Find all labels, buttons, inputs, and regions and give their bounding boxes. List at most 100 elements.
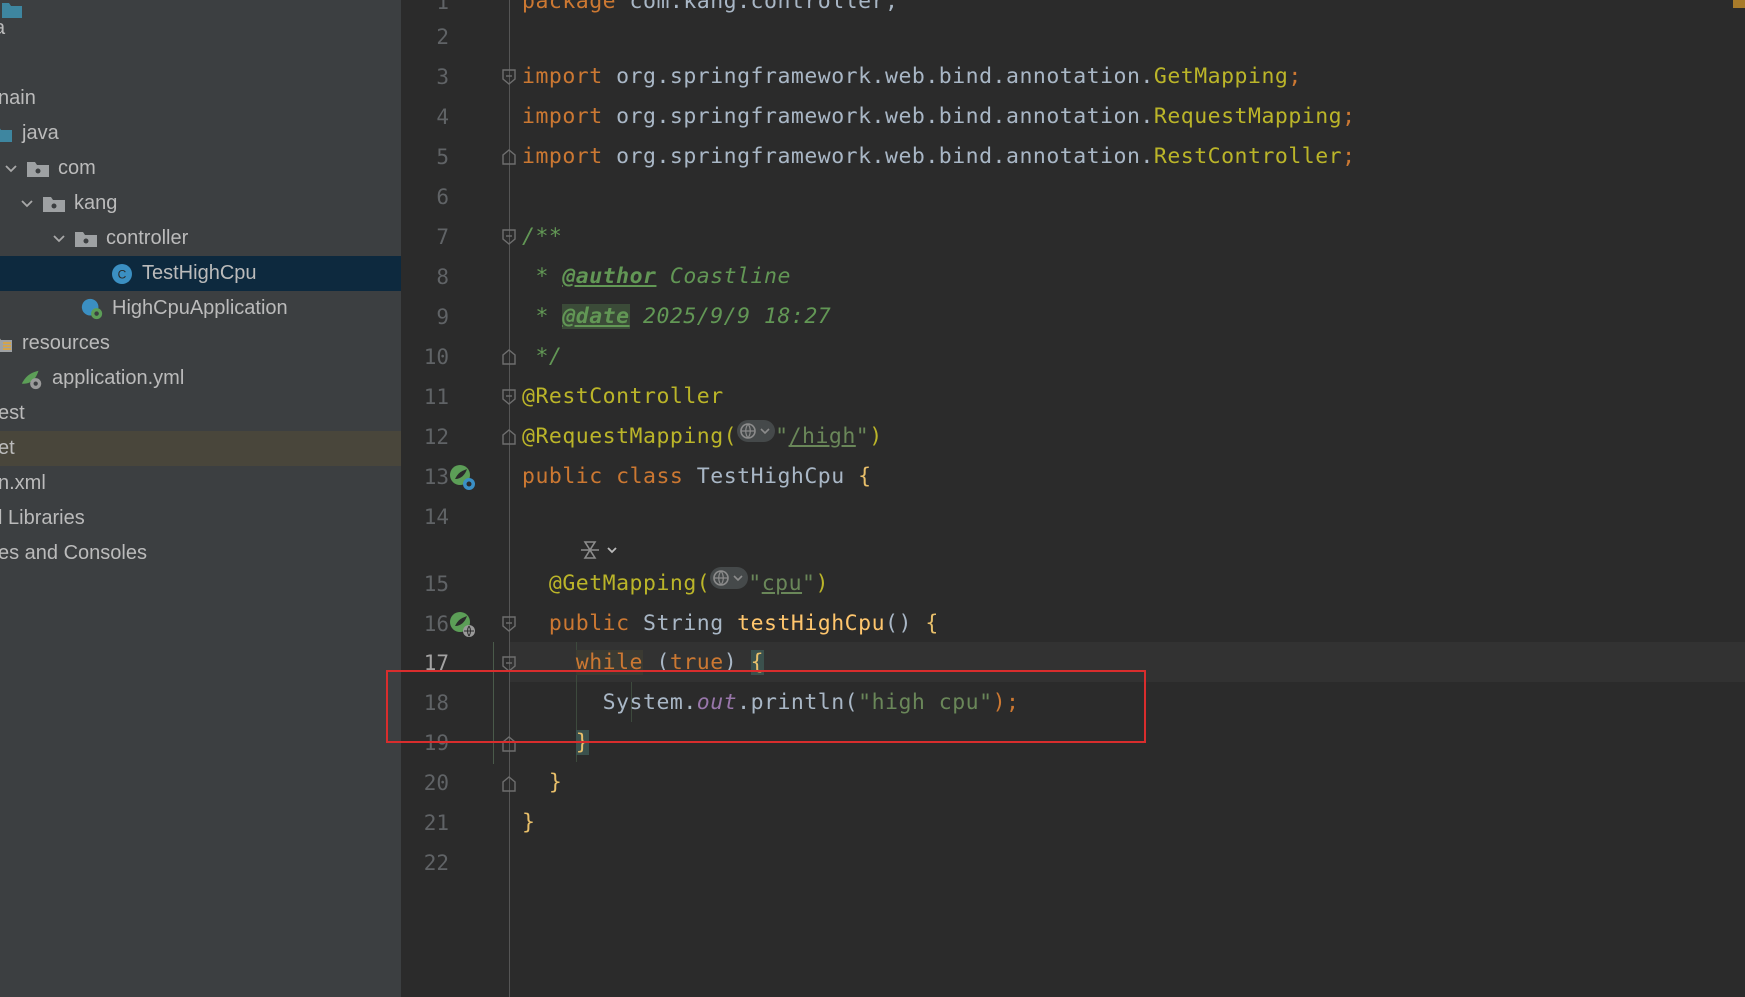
import-class: RequestMapping (1153, 104, 1343, 129)
tree-item-label: controller (106, 227, 189, 249)
code-line-3[interactable]: import org.springframework.web.bind.anno… (522, 57, 1302, 97)
doc-comment: Coastline (656, 264, 791, 289)
code-line-5[interactable]: import org.springframework.web.bind.anno… (522, 137, 1356, 177)
doc-comment: 2025/9/9 18:27 (629, 304, 832, 329)
fold-marker-icon[interactable] (500, 68, 518, 86)
line-number: 11 (423, 385, 449, 409)
line-number: 3 (436, 65, 449, 89)
code-line-20[interactable]: } (522, 763, 562, 803)
tree-item[interactable]: java (0, 116, 401, 151)
import-keyword: import (522, 64, 603, 89)
doc-comment: */ (522, 344, 563, 369)
import-class: GetMapping (1153, 64, 1289, 89)
tree-item[interactable]: resources (0, 326, 401, 361)
tree-item[interactable]: kang (0, 186, 401, 221)
line-number: 2 (436, 25, 449, 49)
tree-item[interactable]: et (0, 431, 401, 466)
tree-item[interactable]: C TestHighCpu (0, 256, 401, 291)
import-path: org.springframework.web.bind.annotation. (602, 144, 1154, 169)
package-name: com.kang.controller; (616, 0, 899, 14)
code-line-4[interactable]: import org.springframework.web.bind.anno… (522, 97, 1356, 137)
doc-tag: @date (562, 304, 630, 329)
line-number: 15 (423, 572, 449, 596)
code-line-10[interactable]: */ (522, 337, 562, 377)
spring-endpoint-icon[interactable] (447, 609, 477, 639)
code-line-9[interactable]: * @date 2025/9/9 18:27 (522, 297, 831, 337)
code-line-21[interactable]: } (522, 803, 535, 843)
tree-item-label: a (0, 17, 5, 40)
chevron-down-icon[interactable] (16, 193, 38, 215)
import-keyword: import (522, 144, 603, 169)
chevron-down-icon[interactable] (0, 158, 22, 180)
tree-item-label: n.xml (0, 472, 46, 494)
line-number: 13 (423, 465, 449, 489)
tree-item[interactable]: controller (0, 221, 401, 256)
doc-tag: @author (562, 264, 657, 289)
chevron-down-icon[interactable] (48, 228, 70, 250)
tree-item[interactable]: com (0, 151, 401, 186)
type-name: String (629, 611, 738, 636)
fold-end-icon[interactable] (500, 148, 518, 166)
code-line-8[interactable]: * @author Coastline (522, 257, 791, 297)
tree-item[interactable]: HighCpuApplication (0, 291, 401, 326)
tree-item-label: es and Consoles (0, 542, 147, 564)
fold-marker-icon[interactable] (500, 388, 518, 406)
line-number: 4 (436, 105, 449, 129)
highlight-box (386, 670, 1146, 743)
tree-item[interactable]: nain (0, 81, 401, 116)
code-line-11[interactable]: @RestController (522, 377, 724, 417)
spring-bean-icon[interactable] (447, 462, 477, 492)
globe-icon[interactable] (737, 417, 776, 457)
line-number: 5 (436, 145, 449, 169)
semicolon: ; (1342, 104, 1356, 129)
annotation: @RestController (522, 384, 724, 409)
quote: " (855, 424, 870, 449)
fold-end-icon[interactable] (500, 348, 518, 366)
code-line-16[interactable]: public String testHighCpu() { (522, 604, 939, 644)
tree-item[interactable]: n.xml (0, 466, 401, 501)
globe-icon[interactable] (710, 564, 749, 604)
brace: { (858, 464, 872, 489)
code-line-12[interactable]: @RequestMapping("/high") (522, 417, 883, 457)
code-line-1[interactable]: package com.kang.controller; (522, 0, 898, 22)
fold-marker-icon[interactable] (500, 615, 518, 633)
line-number: 7 (436, 225, 449, 249)
paren: ) (869, 424, 883, 449)
spring-yml-icon (20, 367, 44, 391)
request-path-link[interactable]: cpu (762, 571, 802, 596)
tree-item[interactable]: application.yml (0, 361, 401, 396)
fold-marker-icon[interactable] (500, 228, 518, 246)
line-number: 22 (423, 851, 449, 875)
resources-folder-icon (0, 332, 14, 356)
doc-comment: * (522, 304, 563, 329)
doc-comment: * (522, 264, 563, 289)
brace: } (548, 770, 563, 795)
fold-end-icon[interactable] (500, 428, 518, 446)
spring-app-icon (80, 297, 104, 321)
line-number: 9 (436, 305, 449, 329)
brace: } (522, 810, 536, 835)
tree-item-label: HighCpuApplication (112, 297, 288, 319)
semicolon: ; (1288, 64, 1302, 89)
ai-hint-icon[interactable] (577, 535, 621, 565)
tree-item[interactable]: es and Consoles (0, 536, 401, 571)
quote: " (775, 424, 789, 449)
code-line-7[interactable]: /** (522, 217, 562, 257)
tree-item[interactable]: est (0, 396, 401, 431)
tree-item-label: nain (0, 87, 36, 109)
semicolon: ; (1342, 144, 1356, 169)
tree-item[interactable]: l Libraries (0, 501, 401, 536)
package-icon (42, 192, 66, 216)
fold-end-icon[interactable] (500, 775, 518, 793)
line-number: 16 (423, 612, 449, 636)
tree-item-label: est (0, 402, 25, 424)
code-line-15[interactable]: @GetMapping("cpu") (522, 564, 829, 604)
code-line-13[interactable]: public class TestHighCpu { (522, 457, 872, 497)
doc-comment: /** (522, 224, 563, 249)
project-tree[interactable]: a nain java com kang controller C TestHighCpu Hi… (0, 0, 401, 997)
tree-item[interactable]: a (0, 11, 401, 46)
request-path-link[interactable]: /high (789, 424, 856, 449)
warning-marker[interactable] (1733, 0, 1745, 8)
paren: ) (815, 571, 829, 596)
package-keyword: package (522, 0, 617, 14)
